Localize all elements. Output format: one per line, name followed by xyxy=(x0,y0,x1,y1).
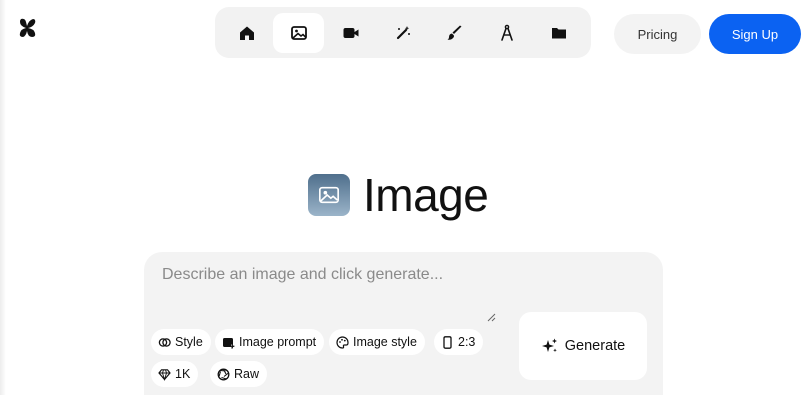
tool-magic[interactable] xyxy=(377,13,428,53)
tool-home[interactable] xyxy=(221,13,272,53)
sign-up-button[interactable]: Sign Up xyxy=(709,14,801,54)
page-heading: Image xyxy=(308,169,489,221)
palette-icon xyxy=(336,335,349,349)
prompt-panel: Style Image prompt Image style 2:3 1K xyxy=(144,252,663,395)
compass-icon xyxy=(500,24,513,41)
aspect-ratio-chip[interactable]: 2:3 xyxy=(434,329,484,355)
folder-icon xyxy=(551,27,566,38)
aspect-ratio-chip-label: 2:3 xyxy=(458,335,476,349)
brush-icon xyxy=(447,25,461,40)
home-icon xyxy=(239,26,254,40)
tool-brush[interactable] xyxy=(429,13,480,53)
raw-chip-label: Raw xyxy=(234,367,260,381)
image-prompt-chip-label: Image prompt xyxy=(239,335,317,349)
page-title: Image xyxy=(363,169,489,221)
style-chip[interactable]: Style xyxy=(151,329,211,355)
tool-image[interactable] xyxy=(273,12,324,53)
pricing-button[interactable]: Pricing xyxy=(614,14,701,54)
tool-folder[interactable] xyxy=(533,13,584,53)
image-icon xyxy=(319,186,339,204)
video-camera-icon xyxy=(343,27,358,38)
resolution-chip-label: 1K xyxy=(175,367,191,381)
left-edge-shadow xyxy=(0,0,6,395)
raw-chip[interactable]: Raw xyxy=(210,361,268,387)
sparkles-icon xyxy=(541,338,557,353)
generate-button-label: Generate xyxy=(564,338,626,354)
image-style-chip-label: Image style xyxy=(353,335,417,349)
tool-navigation xyxy=(215,7,591,58)
image-add-icon xyxy=(223,337,235,348)
diamond-icon xyxy=(158,368,171,381)
magic-wand-icon xyxy=(396,25,410,39)
resize-handle-icon[interactable] xyxy=(487,313,496,322)
generate-button[interactable]: Generate xyxy=(519,312,647,380)
tool-compass[interactable] xyxy=(481,13,532,53)
logo-icon[interactable] xyxy=(19,18,37,38)
tool-video[interactable] xyxy=(325,13,376,53)
aperture-icon xyxy=(217,368,230,380)
portrait-ratio-icon xyxy=(443,335,452,349)
image-style-chip[interactable]: Image style xyxy=(329,329,425,355)
resolution-chip[interactable]: 1K xyxy=(151,361,199,387)
style-chip-label: Style xyxy=(175,335,203,349)
prompt-input[interactable] xyxy=(162,266,497,324)
style-icon xyxy=(158,337,171,347)
image-icon xyxy=(290,25,307,40)
image-prompt-chip[interactable]: Image prompt xyxy=(215,329,325,355)
image-section-icon xyxy=(308,174,350,216)
